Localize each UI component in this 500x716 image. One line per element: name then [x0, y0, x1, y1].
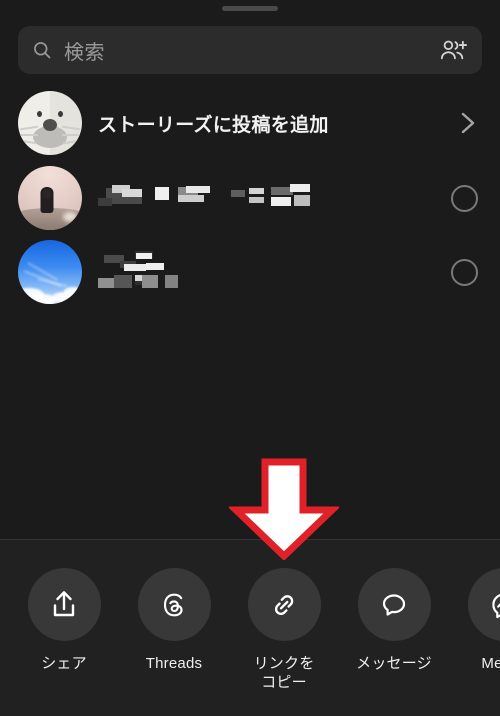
- contact-row[interactable]: [0, 237, 500, 307]
- share-option-messages[interactable]: メッセージ: [348, 540, 440, 673]
- share-option-icon-button[interactable]: [27, 568, 101, 641]
- share-option-icon-button[interactable]: [247, 568, 321, 641]
- search-input[interactable]: 検索: [64, 36, 440, 65]
- sheet-drag-handle[interactable]: [222, 6, 278, 11]
- redacted-contact-name: [98, 176, 451, 220]
- seal-avatar: [18, 91, 82, 155]
- search-bar[interactable]: 検索: [18, 26, 482, 74]
- link-chain-icon: [274, 594, 294, 615]
- share-option-threads[interactable]: Threads: [128, 540, 220, 673]
- messenger-logo-icon: [492, 593, 500, 618]
- add-to-story-row[interactable]: ストーリーズに投稿を追加: [0, 88, 500, 158]
- search-icon: [34, 42, 51, 59]
- share-option-label: Threads: [145, 655, 203, 672]
- add-to-story-label: ストーリーズに投稿を追加: [98, 114, 329, 136]
- share-option-share[interactable]: シェア: [18, 540, 110, 673]
- share-option-messenger[interactable]: Messe: [458, 540, 500, 673]
- photo-avatar-person-sunset: [18, 166, 82, 230]
- share-tray: シェア Threads リンクを コピー メッセージ Me: [0, 540, 500, 716]
- contact-row[interactable]: [0, 163, 500, 233]
- share-sheet-screen: 検索 ストーリーズに投稿を追加 シェア Threads リンクを コピー メッセ…: [0, 0, 500, 716]
- threads-logo-icon: [163, 593, 183, 616]
- contact-select-circle[interactable]: [451, 258, 478, 286]
- chevron-right-icon[interactable]: [458, 108, 478, 138]
- redacted-contact-name: [98, 250, 451, 294]
- share-option-icon-button[interactable]: [137, 568, 211, 641]
- share-option-icon-button[interactable]: [357, 568, 431, 641]
- contact-select-circle[interactable]: [451, 184, 478, 212]
- message-bubble-icon: [382, 593, 406, 616]
- share-option-label: シェア: [41, 655, 87, 672]
- share-upload-icon: [53, 590, 75, 616]
- share-option-label: Messe: [481, 655, 500, 672]
- share-option-label: リンクを コピー: [253, 655, 315, 691]
- share-option-icon-button[interactable]: [467, 568, 500, 641]
- share-option-label: メッセージ: [356, 655, 432, 672]
- photo-avatar-blue-sky: [18, 240, 82, 304]
- share-option-copy-link[interactable]: リンクを コピー: [238, 540, 330, 692]
- add-people-icon[interactable]: [440, 38, 468, 62]
